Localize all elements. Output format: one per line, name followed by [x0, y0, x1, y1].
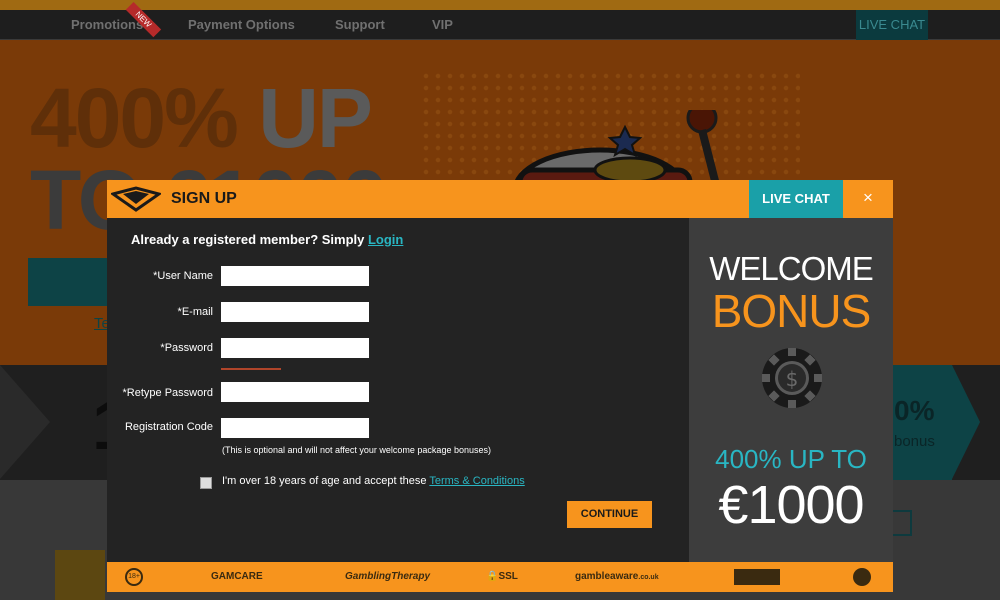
gamcare-logo[interactable]: GAMCARE: [211, 571, 263, 582]
password-strength-bar: [221, 368, 281, 370]
email-label: *E-mail: [177, 306, 213, 318]
svg-text:$: $: [786, 367, 799, 391]
close-icon[interactable]: ×: [843, 180, 893, 218]
promo-amount: €1000: [718, 475, 864, 535]
band-chevron-right: [952, 365, 980, 479]
nav-vip[interactable]: VIP: [432, 17, 453, 32]
registration-code-label: Registration Code: [124, 421, 213, 433]
top-nav: Promotions NEW Payment Options Support V…: [0, 1, 1000, 40]
modal-title: SIGN UP: [171, 190, 237, 207]
registration-code-hint: (This is optional and will not affect yo…: [222, 445, 491, 455]
ssl-lock-icon: 🔒SSL: [486, 571, 518, 582]
regulator-seal-icon[interactable]: [853, 568, 871, 586]
login-link[interactable]: Login: [368, 232, 403, 247]
nav-live-chat-button[interactable]: LIVE CHAT: [856, 10, 928, 40]
gambleaware-logo[interactable]: gambleaware.co.uk: [575, 571, 659, 582]
band-chevron-left: [0, 365, 50, 479]
age-terms-checkbox[interactable]: [200, 477, 212, 489]
promo-bonus: BONUS: [711, 285, 872, 337]
promo-upto: 400% UP TO: [715, 444, 867, 474]
modal-live-chat-button[interactable]: LIVE CHAT: [749, 180, 843, 218]
password-label: *Password: [160, 342, 213, 354]
signup-form: Already a registered member? Simply Logi…: [107, 218, 689, 562]
license-badge[interactable]: [734, 569, 780, 585]
gambling-therapy-logo[interactable]: GamblingTherapy: [345, 571, 430, 582]
username-input[interactable]: [221, 266, 369, 286]
terms-conditions-link[interactable]: Terms & Conditions: [429, 475, 524, 487]
modal-footer-badges: 18+ GAMCARE GamblingTherapy 🔒SSL gamblea…: [107, 562, 893, 592]
dollar-chip-icon: $: [762, 348, 822, 408]
retype-password-label: *Retype Password: [122, 387, 214, 399]
hero-cta-button[interactable]: [28, 258, 108, 306]
nav-payment-options[interactable]: Payment Options: [188, 17, 295, 32]
already-member-text: Already a registered member? Simply Logi…: [131, 232, 404, 247]
welcome-bonus-panel: WELCOME BONUS $ 400% UP TO €1000: [689, 218, 893, 562]
registration-code-input[interactable]: [221, 418, 369, 438]
username-label: *User Name: [153, 270, 213, 282]
email-input[interactable]: [221, 302, 369, 322]
promo-welcome: WELCOME: [709, 250, 874, 287]
game-thumbnail[interactable]: [55, 550, 105, 600]
band-bonus-text: bonus: [894, 433, 935, 450]
signup-modal: SIGN UP LIVE CHAT × Already a registered…: [107, 180, 893, 592]
password-input[interactable]: [221, 338, 369, 358]
modal-header: SIGN UP LIVE CHAT ×: [107, 180, 893, 218]
brand-logo-icon: [111, 186, 161, 212]
nav-promotions[interactable]: Promotions: [71, 17, 143, 32]
page: Promotions NEW Payment Options Support V…: [0, 0, 1000, 600]
age-18-badge: 18+: [125, 568, 143, 586]
age-terms-text: I'm over 18 years of age and accept thes…: [222, 475, 525, 487]
retype-password-input[interactable]: [221, 382, 369, 402]
band-percent: 0%: [894, 395, 935, 426]
nav-support[interactable]: Support: [335, 17, 385, 32]
top-accent-strip: [0, 0, 1000, 10]
continue-button[interactable]: CONTINUE: [567, 501, 652, 528]
